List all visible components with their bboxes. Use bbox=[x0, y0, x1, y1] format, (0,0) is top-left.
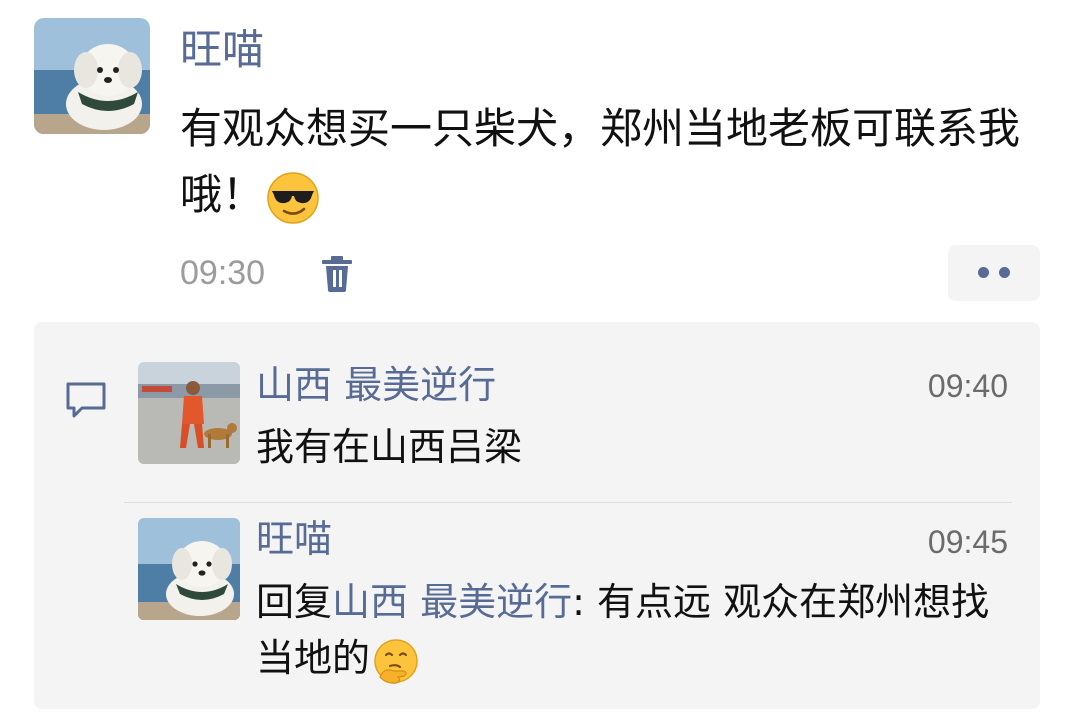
reply-prefix: 回复 bbox=[256, 580, 333, 624]
trash-icon[interactable] bbox=[318, 254, 356, 294]
thinking-hand-emoji bbox=[372, 637, 420, 685]
reply-separator: : bbox=[572, 580, 597, 624]
more-dot bbox=[978, 267, 989, 278]
comment-divider bbox=[124, 502, 1012, 503]
comment-bubble-icon bbox=[64, 380, 108, 420]
moments-post: 旺喵 有观众想买一只柴犬，郑州当地老板可联系我哦！ 09:30 山西 最美逆行 … bbox=[0, 0, 1080, 719]
commenter-avatar[interactable] bbox=[138, 362, 240, 464]
more-dot bbox=[999, 267, 1010, 278]
comment-time: 09:45 bbox=[927, 524, 1008, 560]
post-author-name[interactable]: 旺喵 bbox=[180, 22, 264, 78]
commenter-name[interactable]: 山西 最美逆行 bbox=[256, 360, 496, 410]
post-body: 有观众想买一只柴犬，郑州当地老板可联系我哦！ bbox=[180, 96, 1040, 228]
author-avatar[interactable] bbox=[34, 18, 150, 134]
reply-comment[interactable]: 回复山西 最美逆行: 有点远 观众在郑州想找当地的 bbox=[256, 574, 1016, 686]
comment-time: 09:40 bbox=[927, 368, 1008, 404]
more-dots-icon[interactable] bbox=[948, 245, 1040, 301]
sunglasses-emoji bbox=[266, 171, 320, 225]
comments-section: 山西 最美逆行 09:40 我有在山西吕梁 旺喵 09:45 回复山西 最美逆行… bbox=[34, 322, 1040, 709]
commenter-name[interactable]: 旺喵 bbox=[256, 514, 332, 564]
comment-text[interactable]: 我有在山西吕梁 bbox=[256, 419, 522, 475]
commenter-avatar[interactable] bbox=[138, 518, 240, 620]
reply-target-name[interactable]: 山西 最美逆行 bbox=[332, 580, 572, 624]
post-time: 09:30 bbox=[180, 254, 266, 292]
